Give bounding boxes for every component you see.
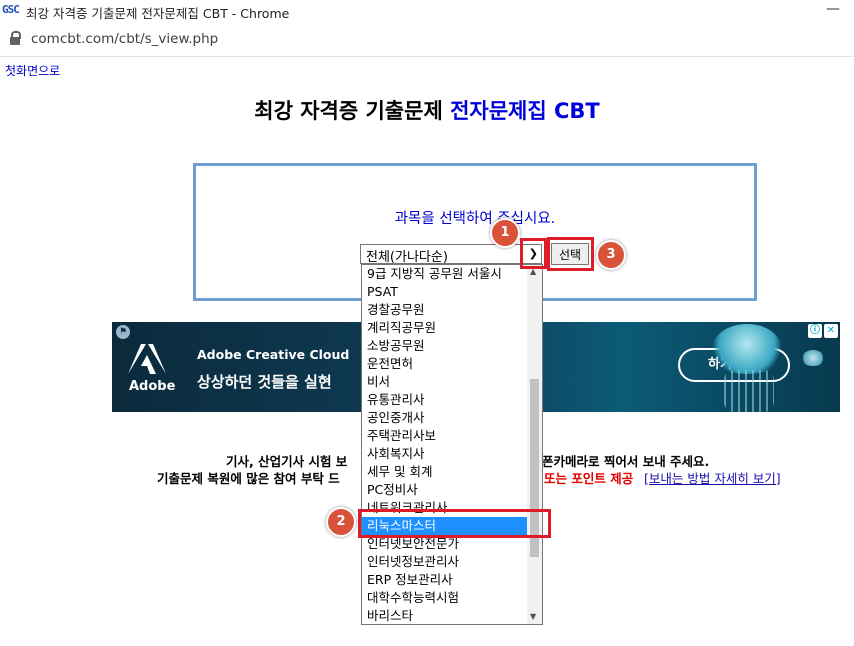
jellyfish-tentacles-image bbox=[724, 370, 774, 412]
jellyfish-image bbox=[712, 324, 782, 374]
dropdown-option[interactable]: 9급 지방직 공무원 서울시 bbox=[362, 265, 527, 283]
callout-1: 1 bbox=[490, 218, 520, 248]
address-bar[interactable]: comcbt.com/cbt/s_view.php bbox=[0, 22, 854, 57]
ad-tagline: 상상하던 것들을 실현 bbox=[197, 373, 332, 391]
dropdown-option[interactable]: 바리스타 bbox=[362, 607, 527, 624]
page-title: 최강 자격증 기출문제 전자문제집 CBT bbox=[0, 95, 854, 125]
page-title-highlight: 전자문제집 CBT bbox=[450, 99, 600, 123]
ad-privacy-icon[interactable]: ⚑ bbox=[116, 325, 130, 339]
info-line2-left: 기출문제 복원에 많은 참여 부탁 드 bbox=[157, 471, 340, 486]
window-title: 최강 자격증 기출문제 전자문제집 CBT - Chrome bbox=[26, 6, 290, 21]
app-icon: GSC bbox=[2, 3, 20, 16]
dropdown-option[interactable]: 사회복지사 bbox=[362, 445, 527, 463]
dropdown-option[interactable]: 유통관리사 bbox=[362, 391, 527, 409]
minimize-button[interactable]: — bbox=[826, 1, 840, 17]
info-line2-red: 또는 포인트 제공 bbox=[544, 471, 634, 486]
subject-select[interactable]: 전체(가나다순) ❯ bbox=[360, 244, 542, 265]
adobe-logo-icon bbox=[128, 344, 166, 374]
url-text[interactable]: comcbt.com/cbt/s_view.php bbox=[31, 31, 218, 47]
scroll-down-arrow-icon[interactable]: ▼ bbox=[530, 612, 536, 621]
ad-brand: Adobe bbox=[129, 379, 176, 394]
callout-2: 2 bbox=[326, 507, 356, 537]
dropdown-option[interactable]: 운전면허 bbox=[362, 355, 527, 373]
dropdown-option[interactable]: 공인중개사 bbox=[362, 409, 527, 427]
dropdown-option[interactable]: 경찰공무원 bbox=[362, 301, 527, 319]
dropdown-option[interactable]: 소방공무원 bbox=[362, 337, 527, 355]
dropdown-option[interactable]: PC정비사 bbox=[362, 481, 527, 499]
subject-dropdown-list[interactable]: 9급 지방직 공무원 서울시 PSAT 경찰공무원 계리직공무원 소방공무원 운전면허 비서… bbox=[361, 264, 543, 625]
dropdown-option[interactable]: 대학수학능력시험 bbox=[362, 589, 527, 607]
chevron-highlight-box bbox=[520, 238, 547, 269]
lock-icon bbox=[10, 31, 21, 45]
dropdown-option[interactable]: 비서 bbox=[362, 373, 527, 391]
ad-close-icon[interactable]: ✕ bbox=[824, 324, 838, 338]
dropdown-option[interactable]: 인터넷정보관리사 bbox=[362, 553, 527, 571]
callout-3: 3 bbox=[596, 240, 626, 270]
dropdown-option[interactable]: 계리직공무원 bbox=[362, 319, 527, 337]
dropdown-option[interactable]: 세무 및 회계 bbox=[362, 463, 527, 481]
ad-info-icon[interactable]: ⓘ bbox=[808, 324, 822, 338]
subject-select-value: 전체(가나다순) bbox=[366, 250, 448, 265]
option-highlight-box bbox=[358, 509, 551, 538]
how-to-send-link[interactable]: [보내는 방법 자세히 보기] bbox=[644, 468, 781, 487]
dropdown-option[interactable]: ERP 정보관리사 bbox=[362, 571, 527, 589]
select-prompt: 과목을 선택하여 주십시요. bbox=[394, 211, 556, 227]
small-jellyfish-image bbox=[802, 350, 824, 366]
dropdown-scrollbar[interactable]: ▲ ▼ bbox=[527, 265, 542, 624]
dropdown-option[interactable]: 주택관리사보 bbox=[362, 427, 527, 445]
home-link[interactable]: 첫화면으로 bbox=[5, 62, 60, 79]
dropdown-option[interactable]: PSAT bbox=[362, 283, 527, 301]
ad-headline: Adobe Creative Cloud bbox=[197, 347, 350, 362]
window-titlebar: GSC 최강 자격증 기출문제 전자문제집 CBT - Chrome — bbox=[0, 0, 854, 22]
button-highlight-box bbox=[547, 237, 594, 271]
page-title-plain: 최강 자격증 기출문제 bbox=[254, 99, 451, 123]
